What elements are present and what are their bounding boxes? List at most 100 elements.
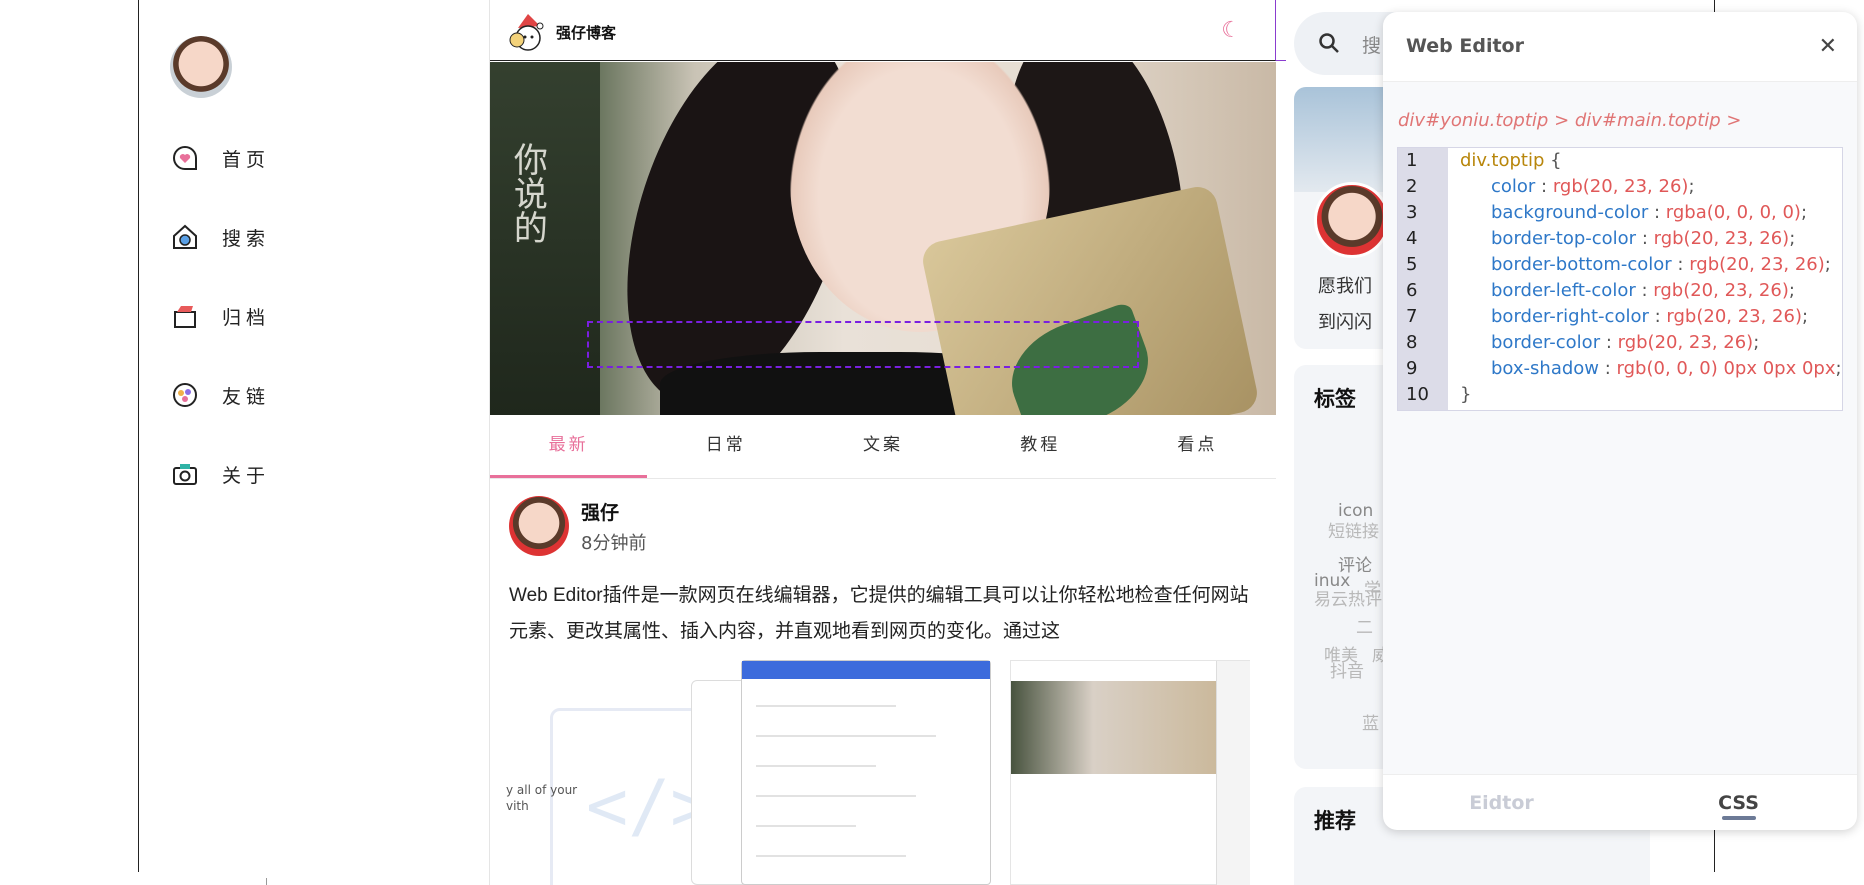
camera-icon [170,459,200,489]
css-value[interactable]: rgb(20, 23, 26) [1666,306,1802,327]
editor-tabs: Eidtor CSS [1383,774,1857,830]
nav-item-links[interactable]: 友链 [170,375,270,415]
close-icon[interactable]: ✕ [1819,34,1837,59]
thumb-settings-panel [741,660,991,885]
css-rule: border-top-color : rgb(20, 23, 26); [1491,228,1796,249]
archive-box-icon [170,301,200,331]
css-property: box-shadow [1491,358,1600,379]
line-number: 8 [1406,332,1418,353]
tab-daily[interactable]: 日常 [647,415,804,478]
line-number: 4 [1406,228,1418,249]
profile-motto: 愿我们 到闪闪 [1318,269,1372,341]
tab-css[interactable]: CSS [1620,775,1857,830]
post-time: 8分钟前 [581,533,647,554]
element-selection-box[interactable] [587,321,1139,368]
motto-line: 到闪闪 [1318,312,1372,333]
css-code-editor[interactable]: 1 2 3 4 5 6 7 8 9 10 div.toptip { color … [1397,147,1843,411]
css-property: border-left-color [1491,280,1636,301]
line-number: 5 [1406,254,1418,275]
post-image[interactable]: </> y all of your vith [506,660,716,885]
css-value[interactable]: rgb(20, 23, 26) [1618,332,1754,353]
editor-title: Web Editor [1406,35,1524,57]
search-icon [1318,32,1340,58]
main-content: 强仔博客 ☾ 你说的 最新 日常 文案 教程 看点 强仔 8分钟前 Web Ed… [489,0,1286,885]
nav-item-home[interactable]: 首页 [170,138,270,178]
line-number-gutter: 1 2 3 4 5 6 7 8 9 10 [1398,148,1448,410]
css-rule: border-color : rgb(20, 23, 26); [1491,332,1760,353]
friend-link-icon [170,380,200,410]
css-property: border-right-color [1491,306,1649,327]
css-rule: border-left-color : rgb(20, 23, 26); [1491,280,1795,301]
thumb-line [756,795,916,797]
tab-tutorial[interactable]: 教程 [962,415,1119,478]
tag-item[interactable]: 短链接 [1328,517,1379,542]
post-image[interactable] [691,660,991,885]
left-divider [138,0,139,872]
tab-copy[interactable]: 文案 [804,415,961,478]
css-value[interactable]: rgb(20, 23, 26) [1553,176,1689,197]
moon-icon[interactable]: ☾ [1221,18,1241,43]
site-logo[interactable]: 强仔博客 [508,10,616,54]
editor-header: Web Editor ✕ [1383,12,1857,82]
line-number: 7 [1406,306,1418,327]
tab-latest[interactable]: 最新 [490,415,648,478]
heart-chat-icon [170,143,200,173]
post-author[interactable]: 强仔 [581,498,619,525]
hero-image: 你说的 [490,62,1276,415]
tag-item[interactable]: 易云热评 [1314,585,1382,610]
search-input[interactable]: 搜 [1362,31,1381,58]
thumb-side-strip [1216,661,1250,885]
post-images[interactable]: </> y all of your vith [506,660,1250,885]
code-line: div.toptip { [1460,148,1842,174]
avatar[interactable] [170,36,232,98]
code-lines[interactable]: div.toptip { color : rgb(20, 23, 26); ba… [1448,148,1842,410]
css-selector: div.toptip [1460,150,1545,171]
tag-item[interactable]: 二 [1356,613,1373,638]
thumb-header-bar [742,661,990,679]
selection-corner [1276,60,1286,61]
line-number: 1 [1406,150,1418,171]
tag-item[interactable]: 蓝 [1362,709,1379,734]
motto-line: 愿我们 [1318,276,1372,297]
css-rule: border-right-color : rgb(20, 23, 26); [1491,306,1809,327]
css-value[interactable]: rgba(0, 0, 0, 0) [1666,202,1801,223]
nav-label: 关于 [222,464,271,487]
nav-label: 友链 [222,385,271,408]
thumb-line [756,735,936,737]
nav-item-archive[interactable]: 归档 [170,296,270,336]
profile-avatar[interactable] [1314,182,1390,258]
thumb-text: y all of your vith [506,783,578,813]
css-value[interactable]: rgb(0, 0, 0) 0px 0px 0px [1617,358,1836,379]
thumb-line [756,855,906,857]
css-value[interactable]: rgb(20, 23, 26) [1654,228,1790,249]
code-line: } [1460,382,1842,408]
post-image[interactable] [1010,660,1250,885]
nav-label: 搜索 [222,227,271,250]
recommend-title: 推荐 [1314,809,1356,833]
divider-tick [266,878,267,885]
post-avatar[interactable] [509,496,569,556]
css-property: border-top-color [1491,228,1637,249]
logo-text: 强仔博客 [556,23,617,42]
element-breadcrumb[interactable]: div#yoniu.toptip > div#main.toptip > [1398,110,1742,131]
thumb-line [756,705,896,707]
logo-mascot-icon [509,14,544,51]
category-tabs: 最新 日常 文案 教程 看点 [490,415,1276,479]
css-brace: { [1550,150,1562,171]
thumb-photo [1011,681,1216,774]
tab-editor[interactable]: Eidtor [1383,775,1620,830]
page: 首页 搜索 归档 友链 关于 强仔博客 ☾ 你说的 最新 日常 文案 教程 看点… [0,0,1864,885]
hero-sign-text: 你说的 [507,142,548,244]
nav-item-search[interactable]: 搜索 [170,217,270,257]
css-property: color [1491,176,1536,197]
nav-label: 首页 [222,148,271,171]
line-number: 10 [1406,384,1429,405]
nav-item-about[interactable]: 关于 [170,454,270,494]
nav-label: 归档 [222,306,271,329]
tab-highlights[interactable]: 看点 [1119,415,1276,478]
css-value[interactable]: rgb(20, 23, 26) [1689,254,1825,275]
css-value[interactable]: rgb(20, 23, 26) [1653,280,1789,301]
tag-item[interactable]: 抖音 [1330,657,1364,682]
line-number: 6 [1406,280,1418,301]
top-bar: 强仔博客 ☾ [490,0,1276,61]
